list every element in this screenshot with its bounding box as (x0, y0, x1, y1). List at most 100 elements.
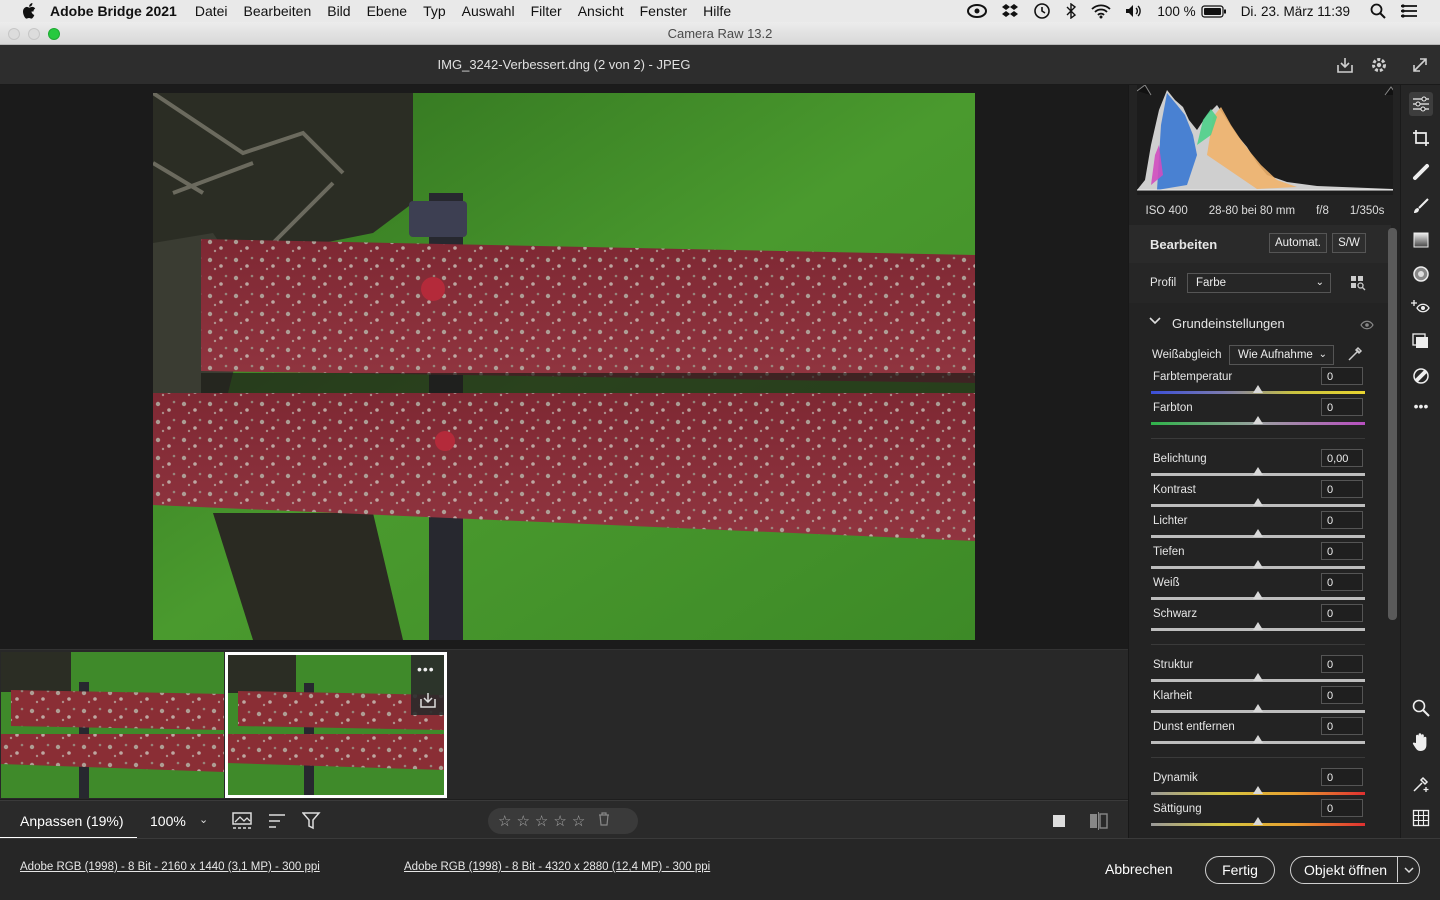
slider-thumb[interactable] (1253, 817, 1263, 825)
dropbox-icon[interactable] (1001, 3, 1019, 19)
slider-value-input[interactable]: 0 (1321, 367, 1363, 385)
slider-thumb[interactable] (1253, 735, 1263, 743)
profile-select[interactable]: Farbe ⌄ (1187, 273, 1331, 293)
slider-thumb[interactable] (1253, 385, 1263, 393)
hand-tool-icon[interactable] (1409, 730, 1433, 754)
visibility-eye-icon[interactable] (1360, 317, 1374, 335)
slider-thumb[interactable] (1253, 622, 1263, 630)
brush-icon[interactable] (1409, 194, 1433, 218)
menu-ansicht[interactable]: Ansicht (578, 3, 624, 19)
slider-thumb[interactable] (1253, 416, 1263, 424)
star-icon[interactable]: ☆ (535, 812, 548, 830)
menu-auswahl[interactable]: Auswahl (462, 3, 515, 19)
slider-thumb[interactable] (1253, 786, 1263, 794)
menu-typ[interactable]: Typ (423, 3, 446, 19)
snapshots-icon[interactable] (1409, 330, 1433, 354)
slider-value-input[interactable]: 0 (1321, 604, 1363, 622)
slider-thumb[interactable] (1253, 498, 1263, 506)
eyedropper-icon[interactable] (1347, 346, 1363, 367)
graduated-filter-icon[interactable] (1409, 228, 1433, 252)
cancel-button[interactable]: Abbrechen (1105, 861, 1173, 877)
rating-stars[interactable]: ☆ ☆ ☆ ☆ ☆ (488, 808, 638, 834)
crop-icon[interactable] (1409, 126, 1433, 150)
clock-text[interactable]: Di. 23. März 11:39 (1241, 4, 1350, 19)
slider-thumb[interactable] (1253, 529, 1263, 537)
main-photo[interactable] (153, 93, 975, 640)
bluetooth-icon[interactable] (1065, 3, 1077, 19)
creative-cloud-icon[interactable] (967, 4, 988, 18)
collapse-chevron-icon[interactable] (1149, 313, 1161, 331)
control-center-icon[interactable] (1400, 4, 1418, 18)
zoom-level-dropdown[interactable]: 100% (150, 813, 186, 829)
apple-icon[interactable] (20, 2, 38, 20)
grid-overlay-icon[interactable] (1409, 806, 1433, 830)
slider-thumb[interactable] (1253, 673, 1263, 681)
healing-icon[interactable] (1409, 160, 1433, 184)
filter-icon[interactable] (301, 812, 322, 835)
open-object-button[interactable]: Objekt öffnen (1290, 856, 1420, 884)
trash-icon[interactable] (598, 812, 610, 830)
menu-fenster[interactable]: Fenster (640, 3, 687, 19)
presets-icon[interactable] (1409, 364, 1433, 388)
radial-filter-icon[interactable] (1409, 262, 1433, 286)
wifi-icon[interactable] (1091, 4, 1112, 19)
workflow-options-link-1[interactable]: Adobe RGB (1998) - 8 Bit - 2160 x 1440 (… (20, 861, 320, 873)
star-icon[interactable]: ☆ (516, 812, 529, 830)
red-eye-icon[interactable] (1409, 296, 1433, 320)
done-button[interactable]: Fertig (1205, 856, 1275, 884)
spotlight-icon[interactable] (1370, 3, 1386, 19)
battery-icon[interactable] (1201, 4, 1227, 18)
menu-hilfe[interactable]: Hilfe (703, 3, 731, 19)
slider-value-input[interactable]: 0 (1321, 799, 1363, 817)
slider-value-input[interactable]: 0 (1321, 768, 1363, 786)
time-machine-icon[interactable] (1033, 2, 1051, 20)
export-thumbnail-icon[interactable] (419, 691, 437, 714)
bw-button[interactable]: S/W (1332, 233, 1366, 253)
white-balance-select[interactable]: Wie Aufnahme ⌄ (1229, 345, 1334, 365)
slider-value-input[interactable]: 0 (1321, 542, 1363, 560)
save-icon[interactable] (1334, 54, 1356, 76)
slider-value-input[interactable]: 0,00 (1321, 449, 1363, 467)
compare-view-icon[interactable] (1089, 812, 1109, 835)
panel-scrollbar[interactable] (1388, 228, 1397, 620)
zoom-tool-icon[interactable] (1409, 696, 1433, 720)
slider-thumb[interactable] (1253, 467, 1263, 475)
slider-thumb[interactable] (1253, 591, 1263, 599)
menu-bearbeiten[interactable]: Bearbeiten (244, 3, 312, 19)
color-sampler-icon[interactable] (1409, 772, 1433, 796)
chevron-down-icon[interactable]: ⌄ (199, 813, 208, 826)
slider-value-input[interactable]: 0 (1321, 717, 1363, 735)
open-dropdown-chevron-icon[interactable] (1397, 857, 1419, 882)
thumbnail-1[interactable] (1, 652, 224, 798)
menu-datei[interactable]: Datei (195, 3, 228, 19)
profile-browser-icon[interactable] (1350, 275, 1366, 296)
menu-bild[interactable]: Bild (327, 3, 350, 19)
slider-value-input[interactable]: 0 (1321, 686, 1363, 704)
auto-button[interactable]: Automat. (1269, 233, 1327, 253)
menu-filter[interactable]: Filter (531, 3, 562, 19)
menu-ebene[interactable]: Ebene (367, 3, 407, 19)
slider-value-input[interactable]: 0 (1321, 398, 1363, 416)
slider-thumb[interactable] (1253, 560, 1263, 568)
battery-percent[interactable]: 100 % (1157, 4, 1195, 19)
fullscreen-icon[interactable] (1409, 54, 1431, 76)
slider-value-input[interactable]: 0 (1321, 655, 1363, 673)
volume-icon[interactable] (1125, 4, 1143, 18)
zoom-fit-button[interactable]: Anpassen (19%) (0, 801, 137, 839)
star-icon[interactable]: ☆ (553, 812, 566, 830)
slider-value-input[interactable]: 0 (1321, 480, 1363, 498)
slider-value-input[interactable]: 0 (1321, 573, 1363, 591)
thumbnail-2-selected[interactable]: ••• (225, 652, 447, 798)
star-icon[interactable]: ☆ (498, 812, 511, 830)
app-name[interactable]: Adobe Bridge 2021 (50, 3, 177, 19)
more-options-icon[interactable]: ••• (417, 661, 435, 677)
slider-value-input[interactable]: 0 (1321, 511, 1363, 529)
workflow-options-link-2[interactable]: Adobe RGB (1998) - 8 Bit - 4320 x 2880 (… (404, 861, 710, 873)
star-icon[interactable]: ☆ (572, 812, 585, 830)
filmstrip-view-icon[interactable] (232, 812, 254, 835)
section-title[interactable]: Grundeinstellungen (1172, 316, 1285, 331)
edit-sliders-icon[interactable] (1409, 92, 1433, 116)
sort-icon[interactable] (268, 813, 288, 834)
single-view-icon[interactable] (1052, 813, 1068, 834)
settings-gear-icon[interactable] (1368, 54, 1390, 76)
